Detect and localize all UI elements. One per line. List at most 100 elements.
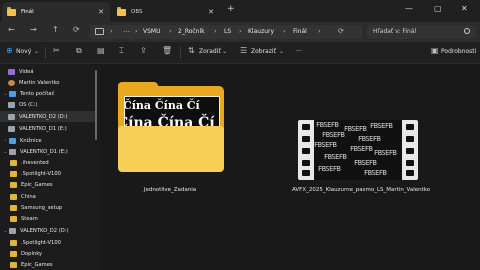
file-name[interactable]: Jednotlive_Zadania bbox=[110, 187, 230, 194]
breadcrumb-klauzury[interactable]: Klauzury bbox=[248, 28, 274, 35]
close-tab-icon[interactable]: ✕ bbox=[98, 8, 104, 16]
chevron-down-icon: ⌄ bbox=[279, 48, 285, 55]
address-bar[interactable]: › … › VSMU › 2_Ročník › LS › Klauzury › … bbox=[90, 25, 362, 39]
paste-icon[interactable]: ▤ bbox=[97, 47, 105, 55]
pc-icon bbox=[9, 90, 16, 97]
video-preview: FBSEFB FBSEFB FBSEFB FBSEFB FBSEFB FBSEF… bbox=[314, 120, 402, 180]
tab-label: OBS bbox=[131, 9, 143, 15]
chevron-down-icon: ⌄ bbox=[222, 48, 228, 55]
sidebar-item[interactable]: Videá bbox=[0, 66, 95, 77]
chevron-icon[interactable]: ⌄ bbox=[2, 91, 9, 97]
folder-icon bbox=[10, 215, 17, 222]
folder-icon bbox=[10, 159, 17, 166]
file-name[interactable]: AVFX_2025_Klauzurne_pasmo_LS_Martin_Vale… bbox=[292, 187, 430, 194]
chevron-icon[interactable]: › bbox=[2, 138, 9, 144]
breadcrumb-final[interactable]: Finál bbox=[293, 28, 307, 35]
new-tab-button[interactable]: + bbox=[227, 5, 235, 14]
sidebar-item[interactable]: Doplnky bbox=[0, 248, 95, 259]
sort-button[interactable]: Zoradiť bbox=[199, 48, 221, 55]
tab-final[interactable]: Finál ✕ bbox=[2, 2, 110, 22]
sidebar-item[interactable]: .Spotlight-V100 bbox=[0, 237, 95, 248]
minimize-button[interactable]: — bbox=[405, 4, 413, 13]
sidebar-item[interactable]: OS (C:) bbox=[0, 99, 95, 110]
sidebar-item[interactable]: VALENTKO_D2 (D:) bbox=[0, 111, 95, 122]
new-icon: ⊕ bbox=[6, 46, 13, 55]
view-button[interactable]: Zobraziť bbox=[251, 48, 276, 55]
sidebar-item-label: Knižnice bbox=[20, 137, 42, 144]
video-item-avfx[interactable]: FBSEFB FBSEFB FBSEFB FBSEFB FBSEFB FBSEF… bbox=[298, 120, 418, 180]
refresh-icon[interactable]: ⟳ bbox=[338, 28, 344, 35]
sidebar-item[interactable]: .ihevented bbox=[0, 157, 95, 168]
sidebar-item[interactable]: VALENTKO_D1 (E:) bbox=[0, 123, 95, 134]
refresh-button[interactable]: ⟳ bbox=[73, 26, 80, 34]
sidebar-item-label: China bbox=[21, 193, 36, 200]
view-icon: ☰ bbox=[240, 46, 248, 55]
breadcrumb-overflow[interactable]: … bbox=[123, 26, 130, 34]
breadcrumb-rocnik[interactable]: 2_Ročník bbox=[178, 28, 205, 35]
purple-icon bbox=[8, 68, 15, 75]
search-placeholder: Hľadať v: Finál bbox=[373, 28, 417, 35]
forward-button[interactable]: → bbox=[30, 26, 37, 34]
rename-icon[interactable]: ⌶ bbox=[119, 47, 124, 55]
sidebar-item-label: Samsung_setup bbox=[21, 204, 63, 211]
search-input[interactable]: Hľadať v: Finál bbox=[367, 25, 476, 39]
sidebar-item[interactable]: .Spotlight-V100 bbox=[0, 168, 95, 179]
sidebar-item[interactable]: Steam bbox=[0, 213, 95, 224]
sidebar-item-label: Tento počítač bbox=[20, 90, 55, 97]
breadcrumb-separator: › bbox=[110, 27, 113, 35]
title-bar: Finál ✕ OBS ✕ + — ▢ ✕ bbox=[0, 0, 480, 22]
drive-icon bbox=[8, 125, 15, 132]
details-button[interactable]: Podrobnosti bbox=[441, 48, 476, 55]
cut-icon[interactable]: ✂ bbox=[53, 47, 60, 55]
details-icon: ▣ bbox=[431, 46, 439, 55]
chevron-icon[interactable]: ⌄ bbox=[2, 228, 9, 234]
sidebar-item[interactable]: Samsung_setup bbox=[0, 202, 95, 213]
copy-icon[interactable]: ⧉ bbox=[76, 47, 82, 55]
sidebar-item[interactable]: Epic_Games bbox=[0, 259, 95, 270]
up-button[interactable]: ↑ bbox=[52, 26, 59, 34]
sidebar-item-label: Epic_Games bbox=[21, 181, 53, 188]
drive-icon bbox=[8, 113, 15, 120]
sidebar-item[interactable]: ⌄ Tento počítač bbox=[0, 88, 95, 99]
drive-icon bbox=[9, 148, 16, 155]
sidebar-item-label: .Spotlight-V100 bbox=[21, 170, 61, 177]
folder-item-jednotlive-zadania[interactable]: Čína Čína Čí Čína Čína Čí bbox=[118, 82, 224, 172]
sidebar-item-label: Martin Valentko bbox=[19, 79, 60, 86]
breadcrumb-separator: › bbox=[239, 27, 242, 35]
sidebar-item[interactable]: ⌄ VALENTKO_D2 (D:) bbox=[0, 225, 95, 236]
new-button[interactable]: Nový bbox=[16, 48, 31, 55]
film-hole bbox=[406, 136, 414, 142]
folder-icon bbox=[10, 250, 17, 257]
sidebar-item[interactable]: Epic_Games bbox=[0, 179, 95, 190]
sidebar-item[interactable]: Martin Valentko bbox=[0, 77, 95, 88]
film-hole bbox=[302, 148, 310, 154]
sidebar-item-label: VALENTKO_D2 (D:) bbox=[20, 227, 69, 234]
breadcrumb-separator: › bbox=[135, 27, 138, 35]
lib-icon bbox=[9, 137, 16, 144]
delete-icon[interactable]: 🗑 bbox=[162, 47, 172, 55]
sidebar-item[interactable]: China bbox=[0, 191, 95, 202]
search-icon bbox=[464, 28, 470, 34]
person-icon bbox=[8, 79, 15, 86]
chevron-icon[interactable]: ⌄ bbox=[2, 149, 9, 155]
back-button[interactable]: ← bbox=[8, 26, 15, 34]
more-options-button[interactable]: ··· bbox=[296, 48, 302, 55]
sidebar-item-label: VALENTKO_D2 (D:) bbox=[19, 113, 68, 120]
film-hole bbox=[302, 170, 310, 176]
breadcrumb-ls[interactable]: LS bbox=[224, 28, 231, 35]
close-window-button[interactable]: ✕ bbox=[461, 4, 468, 13]
sidebar-item[interactable]: › Knižnice bbox=[0, 135, 95, 146]
film-hole bbox=[302, 136, 310, 142]
close-tab-icon[interactable]: ✕ bbox=[208, 8, 214, 16]
drive-icon bbox=[8, 101, 15, 108]
maximize-button[interactable]: ▢ bbox=[434, 4, 442, 13]
breadcrumb-vsmu[interactable]: VSMU bbox=[143, 28, 160, 35]
share-icon[interactable]: ⇪ bbox=[140, 47, 147, 55]
tab-obs[interactable]: OBS ✕ bbox=[112, 2, 220, 22]
sidebar-item-label: Epic_Games bbox=[21, 261, 53, 268]
sidebar-item[interactable]: ⌄ VALENTKO_D1 (E:) bbox=[0, 146, 95, 157]
folder-icon bbox=[10, 170, 17, 177]
sidebar-scrollbar[interactable] bbox=[95, 70, 97, 140]
breadcrumb-separator: › bbox=[169, 27, 172, 35]
breadcrumb-separator: › bbox=[214, 27, 217, 35]
